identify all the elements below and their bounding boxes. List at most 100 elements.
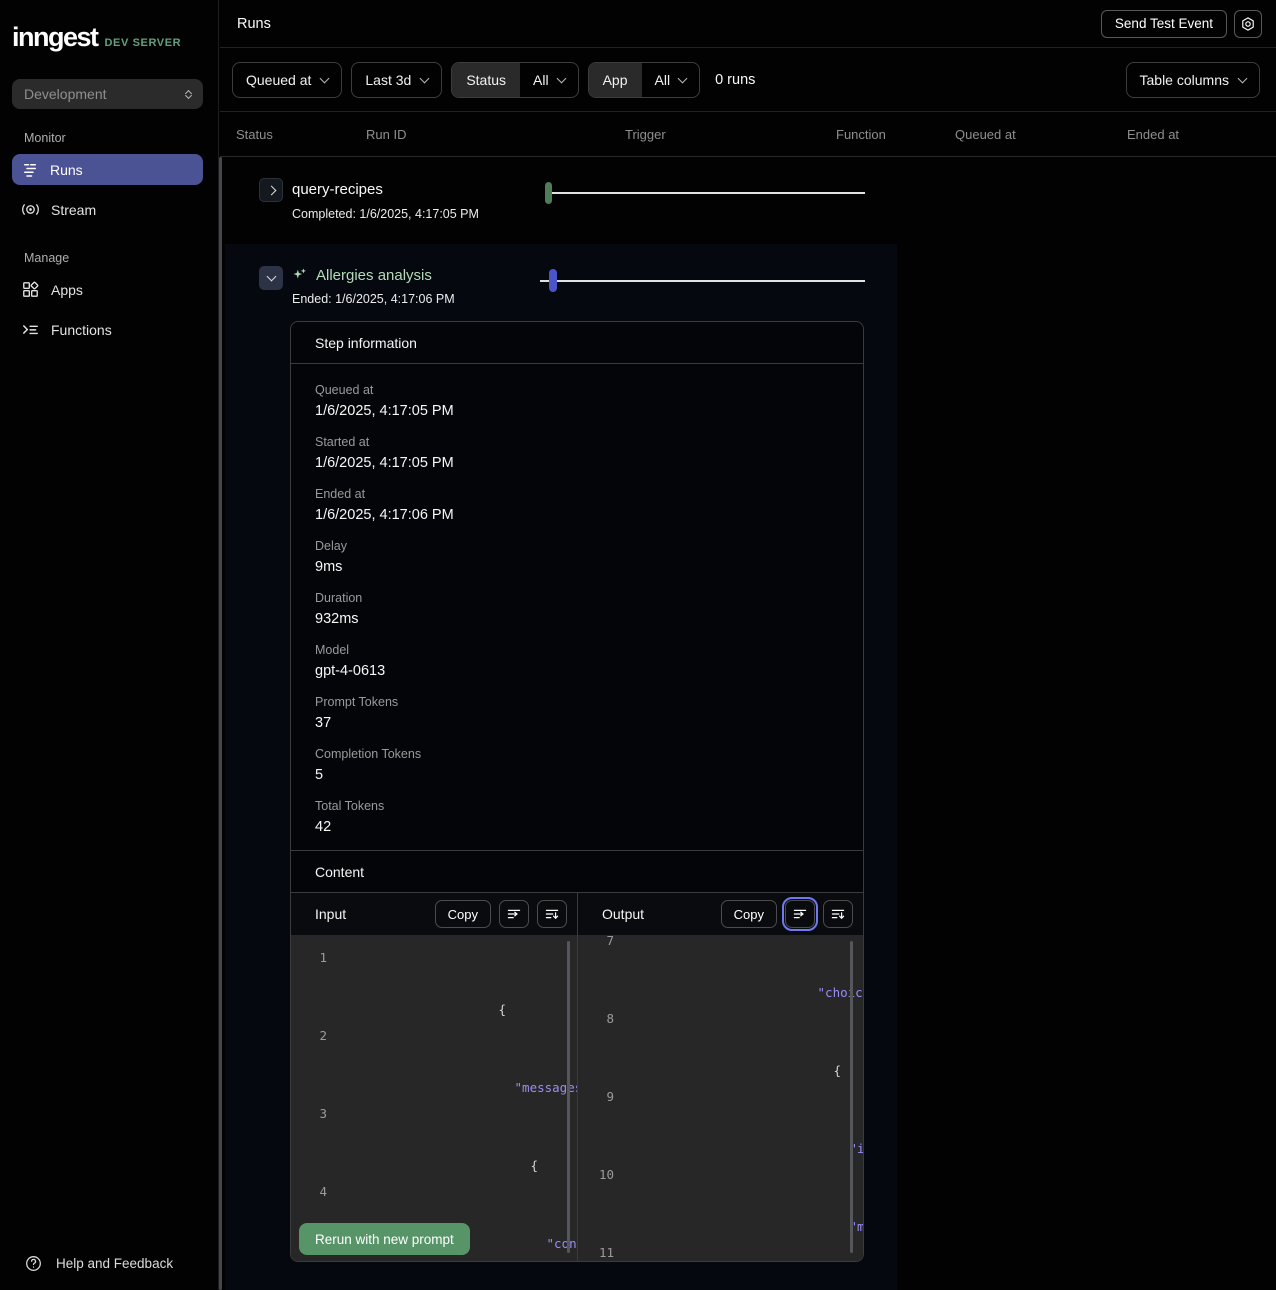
- wrap-text-button[interactable]: [499, 900, 529, 928]
- sidebar-section-manage: Manage: [24, 251, 69, 265]
- step-detail: Model gpt-4-0613: [315, 643, 839, 695]
- filter-bar: Queued at Last 3d Status All App All: [220, 48, 1276, 112]
- wrap-text-button-active[interactable]: [785, 900, 815, 928]
- code-text: "index": 0,: [627, 1084, 863, 1162]
- status-filter-value: All: [533, 72, 549, 88]
- top-header: Runs Send Test Event: [220, 0, 1276, 48]
- detail-value: 42: [315, 819, 839, 835]
- environment-select-value: Development: [24, 86, 107, 102]
- timeline-success-pill: [545, 182, 552, 204]
- code-text: the following list: [340, 1257, 577, 1261]
- runs-table-header: Status Run ID Trigger Function Queued at…: [220, 112, 1276, 157]
- step-detail: Started at 1/6/2025, 4:17:05 PM: [315, 435, 839, 487]
- step-detail: Queued at 1/6/2025, 4:17:05 PM: [315, 383, 839, 435]
- detail-label: Total Tokens: [315, 799, 839, 813]
- line-number: 1: [303, 945, 327, 1023]
- apps-icon: [21, 280, 40, 299]
- table-columns-label: Table columns: [1140, 72, 1230, 88]
- expanded-run-row-allergies-analysis: Allergies analysis Ended: 1/6/2025, 4:17…: [225, 244, 897, 1290]
- sidebar-item-apps[interactable]: Apps: [12, 274, 203, 305]
- detail-label: Queued at: [315, 383, 839, 397]
- step-information-header: Step information: [291, 322, 863, 364]
- step-detail: Prompt Tokens 37: [315, 695, 839, 747]
- sidebar: inngest DEV SERVER Development Monitor R…: [0, 0, 219, 1290]
- line-number: 7: [590, 935, 614, 1006]
- page-title: Runs: [237, 16, 271, 32]
- functions-icon: [21, 320, 40, 339]
- help-label: Help and Feedback: [56, 1256, 173, 1271]
- copy-input-button[interactable]: Copy: [435, 900, 491, 928]
- detail-value: 932ms: [315, 611, 839, 627]
- app-filter[interactable]: App All: [588, 62, 700, 98]
- input-title: Input: [315, 906, 346, 922]
- environment-select[interactable]: Development: [12, 79, 203, 109]
- sidebar-item-functions[interactable]: Functions: [12, 314, 203, 345]
- line-number: 8: [590, 1006, 614, 1084]
- code-line: 8 {: [578, 1006, 863, 1084]
- code-line: 1 {: [291, 945, 577, 1023]
- table-scrollbar[interactable]: [219, 157, 222, 1290]
- output-panel-header: Output Copy: [578, 893, 863, 935]
- sidebar-item-label: Apps: [51, 282, 83, 298]
- content-section-header: Content: [291, 850, 863, 893]
- scroll-to-bottom-button[interactable]: [537, 900, 567, 928]
- line-number: 10: [590, 1162, 614, 1240]
- sidebar-section-monitor: Monitor: [24, 131, 66, 145]
- detail-value: 9ms: [315, 559, 839, 575]
- main-content: Runs Send Test Event Queued at Last 3d S…: [220, 0, 1276, 1290]
- table-columns-button[interactable]: Table columns: [1126, 62, 1261, 98]
- column-header: Run ID: [366, 127, 625, 142]
- status-filter[interactable]: Status All: [451, 62, 578, 98]
- chevron-down-icon: [678, 73, 688, 83]
- input-panel: Input Copy: [291, 893, 577, 1261]
- input-code-editor[interactable]: 1 { 2: [291, 935, 577, 1261]
- time-range-filter[interactable]: Last 3d: [351, 62, 442, 98]
- copy-output-button[interactable]: Copy: [721, 900, 777, 928]
- step-details-list: Queued at 1/6/2025, 4:17:05 PM Started a…: [291, 364, 863, 851]
- runs-count: 0 runs: [715, 72, 755, 88]
- code-line: 9 "index": 0,: [578, 1084, 863, 1162]
- code-line: 10 "message": {: [578, 1162, 863, 1240]
- step-detail: Delay 9ms: [315, 539, 839, 591]
- step-detail: Duration 932ms: [315, 591, 839, 643]
- detail-label: Started at: [315, 435, 839, 449]
- select-updown-icon: [186, 91, 191, 98]
- chevron-down-icon: [420, 73, 430, 83]
- help-and-feedback[interactable]: Help and Feedback: [24, 1254, 173, 1273]
- detail-value: 1/6/2025, 4:17:05 PM: [315, 403, 839, 419]
- scroll-to-bottom-icon: [830, 906, 846, 922]
- detail-label: Ended at: [315, 487, 839, 501]
- app-filter-value: All: [655, 72, 671, 88]
- detail-label: Model: [315, 643, 839, 657]
- sidebar-item-stream[interactable]: Stream: [12, 194, 203, 225]
- step-detail: Total Tokens 42: [315, 799, 839, 851]
- run-name-link[interactable]: query-recipes: [292, 181, 383, 198]
- detail-value: 1/6/2025, 4:17:06 PM: [315, 507, 839, 523]
- step-name-link[interactable]: Allergies analysis: [291, 267, 432, 284]
- brand: inngest DEV SERVER: [12, 22, 181, 53]
- settings-button[interactable]: [1234, 10, 1262, 38]
- detail-label: Duration: [315, 591, 839, 605]
- code-text: "messages": [: [340, 1023, 577, 1101]
- code-text: {: [340, 1101, 546, 1179]
- timeline-line: [540, 280, 549, 282]
- column-header: Trigger: [625, 127, 836, 142]
- detail-label: Completion Tokens: [315, 747, 839, 761]
- chevron-down-icon: [1238, 73, 1248, 83]
- output-scrollbar[interactable]: [850, 941, 853, 1253]
- collapse-row-button[interactable]: [259, 266, 283, 290]
- output-code-viewer[interactable]: 7 "choices": [ 8: [578, 935, 863, 1261]
- sidebar-item-runs[interactable]: Runs: [12, 154, 203, 185]
- expand-row-button[interactable]: [259, 178, 283, 202]
- send-test-event-button[interactable]: Send Test Event: [1101, 10, 1227, 38]
- input-scrollbar[interactable]: [567, 941, 570, 1253]
- chevron-down-icon: [266, 272, 276, 282]
- rerun-with-new-prompt-button[interactable]: Rerun with new prompt: [299, 1223, 470, 1255]
- sparkles-icon: [291, 267, 308, 284]
- detail-value: gpt-4-0613: [315, 663, 839, 679]
- column-header: Queued at: [955, 127, 1127, 142]
- code-line: 7 "choices": [: [578, 935, 863, 1006]
- scroll-to-bottom-button[interactable]: [823, 900, 853, 928]
- queued-at-filter[interactable]: Queued at: [232, 62, 342, 98]
- timeline-step-pill: [549, 269, 557, 292]
